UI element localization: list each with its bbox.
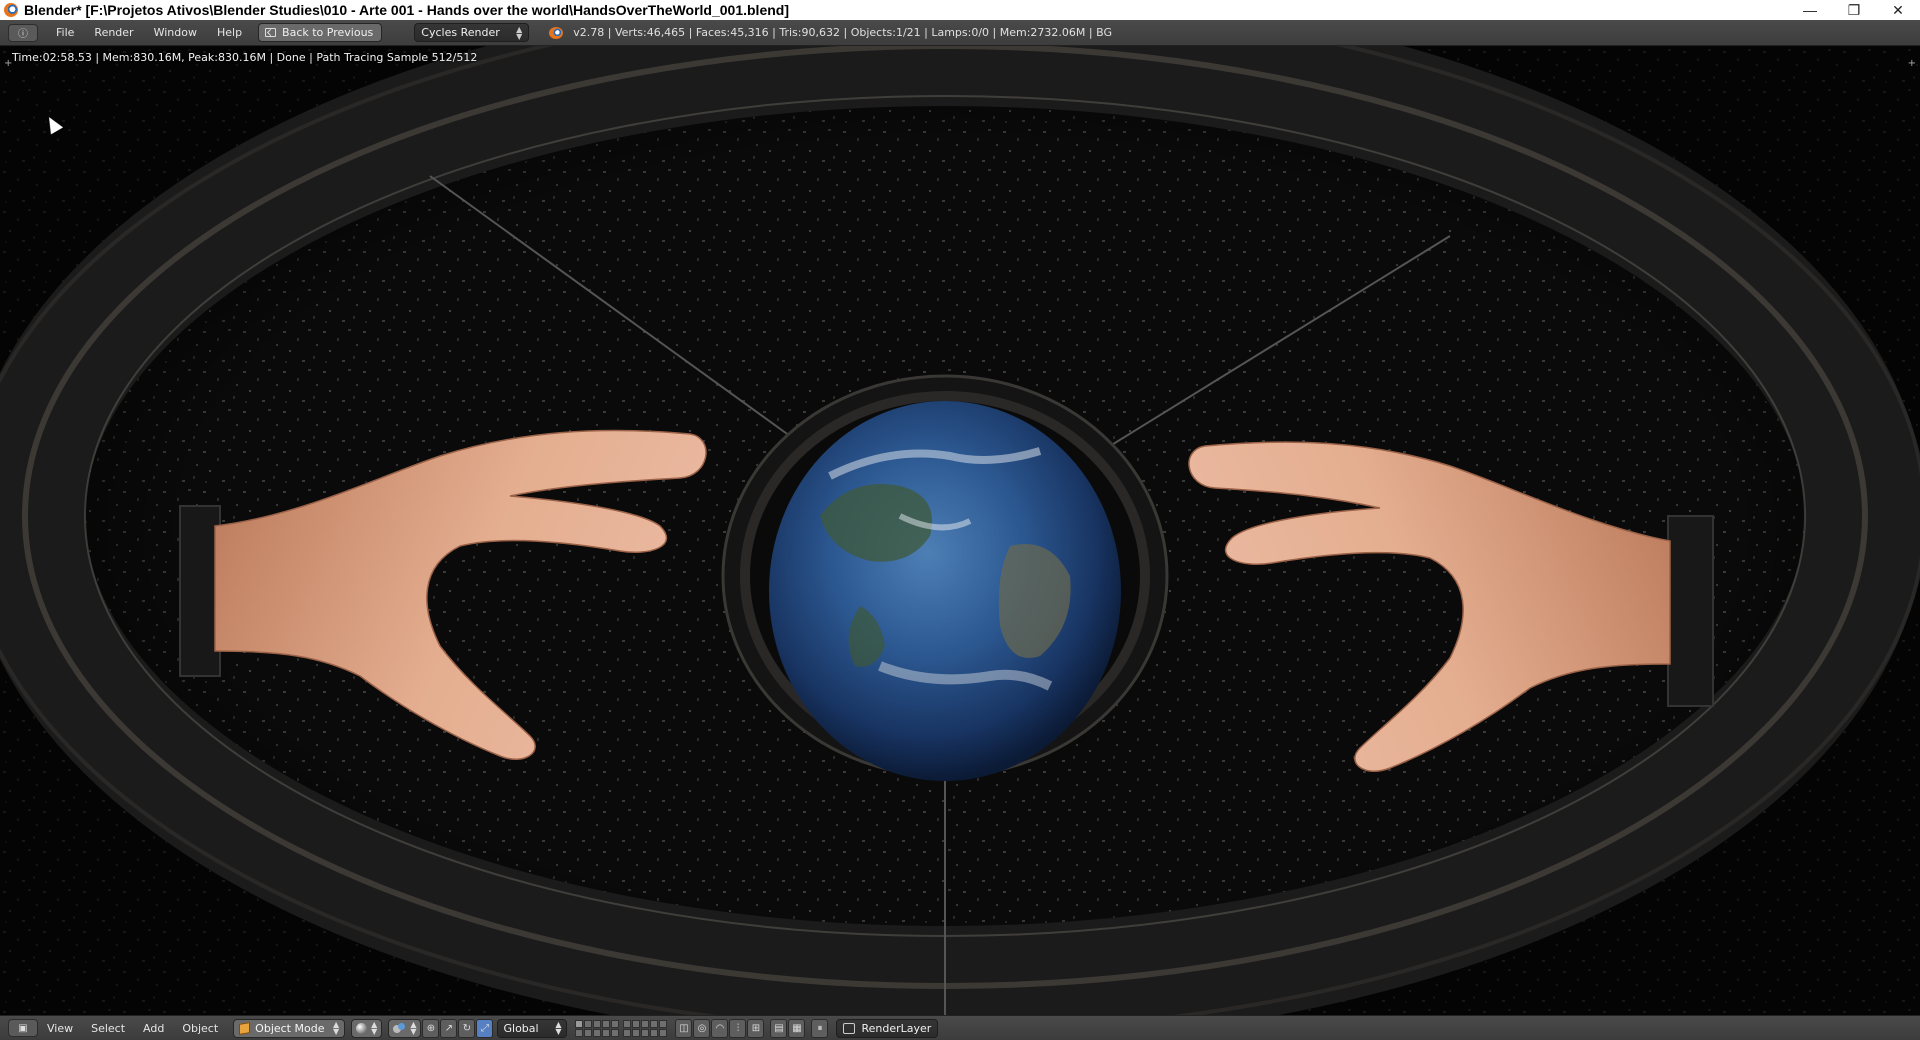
menu-help[interactable]: Help — [207, 20, 252, 46]
info-icon: ⓘ — [18, 29, 28, 40]
layer-button[interactable] — [632, 1019, 641, 1028]
layer-button[interactable] — [593, 1019, 602, 1028]
menu-object[interactable]: Object — [173, 1022, 227, 1035]
render-layer-select[interactable]: RenderLayer — [836, 1018, 939, 1038]
rotate-icon: ↻ — [462, 1022, 472, 1034]
snap-magnet-icon: ⫶ — [736, 1022, 740, 1034]
layer-block-1[interactable] — [575, 1019, 620, 1037]
film-icon: ▦ — [792, 1022, 802, 1034]
scale-icon: ⤢ — [480, 1022, 489, 1034]
layer-button[interactable] — [602, 1019, 611, 1028]
proportional-edit-icon: ◎ — [697, 1022, 707, 1034]
blender-app-icon — [4, 3, 18, 17]
layer-button[interactable] — [659, 1019, 668, 1028]
menu-select[interactable]: Select — [82, 1022, 134, 1035]
rotate-manipulator-button[interactable]: ↻ — [458, 1018, 476, 1038]
pivot-point-icon — [393, 1022, 406, 1034]
object-mode-icon — [239, 1021, 251, 1035]
opengl-render-button[interactable]: ▤ — [770, 1018, 788, 1038]
back-icon — [265, 28, 277, 37]
editor-type-selector[interactable]: ▣ — [8, 1019, 38, 1037]
blender-logo-icon — [549, 26, 564, 39]
scene-stats: v2.78 | Verts:46,465 | Faces:45,316 | Tr… — [573, 26, 1112, 39]
layer-button[interactable] — [650, 1019, 659, 1028]
lock-icon: ◫ — [679, 1022, 689, 1034]
scene-layers[interactable] — [575, 1019, 668, 1037]
restore-button[interactable]: ❐ — [1832, 0, 1876, 20]
corner-plus-icon: + — [4, 58, 13, 69]
manipulator-toggle-button[interactable]: ⊕ — [422, 1018, 440, 1038]
layer-button[interactable] — [584, 1019, 593, 1028]
render-layer-icon — [843, 1022, 856, 1034]
render-layer-value: RenderLayer — [861, 1021, 932, 1035]
close-button[interactable]: ✕ — [1876, 0, 1920, 20]
translate-manipulator-button[interactable]: ↗ — [440, 1018, 458, 1038]
mode-select[interactable]: Object Mode ▲ ▼ — [233, 1018, 346, 1038]
transform-orientation-select[interactable]: Global ▲ ▼ — [497, 1018, 568, 1038]
layer-button[interactable] — [575, 1028, 584, 1037]
pause-render-button[interactable]: ⏸ — [811, 1018, 829, 1038]
render-image — [0, 46, 1920, 1015]
back-to-previous-label: Back to Previous — [282, 26, 374, 39]
chevron-updown-icon: ▲ ▼ — [555, 1020, 562, 1036]
pause-icon: ⏸ — [817, 1022, 823, 1034]
editor-type-selector[interactable]: ⓘ — [8, 23, 38, 42]
viewport-shading-select[interactable]: ▲ ▼ — [351, 1018, 383, 1038]
snap-element-button[interactable]: ⊞ — [747, 1018, 765, 1038]
render-viewport[interactable]: Time:02:58.53 | Mem:830.16M, Peak:830.16… — [0, 46, 1920, 1015]
view3d-header: ▣ View Select Add Object Object Mode ▲ ▼ … — [0, 1015, 1920, 1040]
pivot-point-select[interactable]: ▲ ▼ — [388, 1018, 422, 1038]
layer-button[interactable] — [641, 1028, 650, 1037]
chevron-updown-icon: ▲ ▼ — [410, 1020, 417, 1036]
proportional-falloff-button[interactable]: ◠ — [711, 1018, 729, 1038]
render-engine-value: Cycles Render — [421, 26, 500, 39]
layer-button[interactable] — [584, 1028, 593, 1037]
back-to-previous-button[interactable]: Back to Previous — [258, 23, 383, 42]
chevron-updown-icon: ▲ ▼ — [333, 1020, 340, 1036]
snap-element-icon: ⊞ — [751, 1022, 761, 1034]
scale-manipulator-button[interactable]: ⤢ — [476, 1018, 494, 1038]
layer-button[interactable] — [641, 1019, 650, 1028]
layer-button[interactable] — [623, 1019, 632, 1028]
snap-toggle-button[interactable]: ⫶ — [729, 1018, 747, 1038]
render-status-text: Time:02:58.53 | Mem:830.16M, Peak:830.16… — [12, 51, 478, 64]
window-titlebar: Blender* [F:\Projetos Ativos\Blender Stu… — [0, 0, 1920, 20]
layer-block-2[interactable] — [623, 1019, 668, 1037]
info-header: ⓘ File Render Window Help Back to Previo… — [0, 20, 1920, 46]
menu-view[interactable]: View — [38, 1022, 82, 1035]
layer-button[interactable] — [650, 1028, 659, 1037]
corner-plus-icon: + — [1907, 58, 1916, 69]
menu-file[interactable]: File — [46, 20, 84, 46]
menu-render[interactable]: Render — [84, 20, 143, 46]
minimize-button[interactable]: — — [1788, 0, 1832, 20]
shading-sphere-icon — [356, 1022, 368, 1034]
menu-add[interactable]: Add — [134, 1022, 173, 1035]
render-engine-select[interactable]: Cycles Render ▲ ▼ — [414, 23, 530, 42]
manipulator-icon: ⊕ — [426, 1022, 436, 1034]
translate-arrow-icon: ↗ — [444, 1022, 454, 1034]
view3d-icon: ▣ — [18, 1022, 28, 1034]
falloff-icon: ◠ — [715, 1022, 725, 1034]
orientation-value: Global — [503, 1021, 539, 1035]
chevron-updown-icon: ▲ ▼ — [516, 24, 523, 41]
layer-button[interactable] — [659, 1028, 668, 1037]
proportional-editing-button[interactable]: ◎ — [693, 1018, 711, 1038]
layer-button[interactable] — [602, 1028, 611, 1037]
layer-button[interactable] — [632, 1028, 641, 1037]
menu-window[interactable]: Window — [144, 20, 207, 46]
opengl-animation-button[interactable]: ▦ — [788, 1018, 806, 1038]
layer-button[interactable] — [611, 1019, 620, 1028]
camera-icon: ▤ — [774, 1022, 784, 1034]
window-title: Blender* [F:\Projetos Ativos\Blender Stu… — [24, 2, 789, 18]
layer-button[interactable] — [575, 1019, 584, 1028]
mode-value: Object Mode — [255, 1021, 325, 1035]
chevron-updown-icon: ▲ ▼ — [371, 1020, 378, 1036]
layer-button[interactable] — [623, 1028, 632, 1037]
layer-button[interactable] — [611, 1028, 620, 1037]
layer-button[interactable] — [593, 1028, 602, 1037]
lock-camera-layers-button[interactable]: ◫ — [675, 1018, 693, 1038]
